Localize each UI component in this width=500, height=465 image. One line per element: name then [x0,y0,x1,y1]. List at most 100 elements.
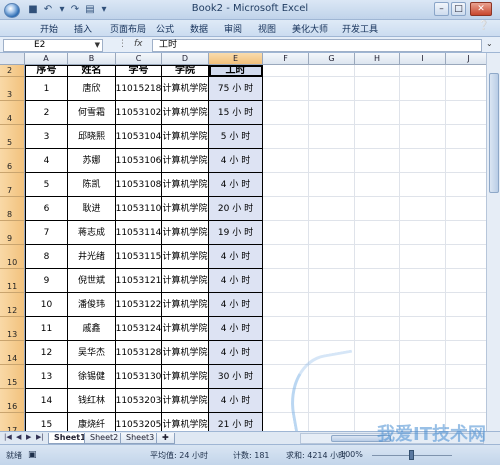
cell-name[interactable]: 潘俊玮 [68,293,116,317]
macro-record-icon[interactable]: ▣ [28,450,37,460]
cell-college[interactable]: 计算机学院 [162,293,209,317]
cell-hours[interactable]: 4 小 时 [209,341,263,365]
row-header[interactable]: 4 [0,101,25,125]
cell-student-id[interactable]: 11053106 [116,149,162,173]
grid-cell[interactable] [355,65,400,77]
cell-hours[interactable]: 20 小 时 [209,197,263,221]
grid-cell[interactable] [355,245,400,269]
cell-seq[interactable]: 9 [25,269,68,293]
row-header[interactable]: 5 [0,125,25,149]
grid-cell[interactable] [400,245,446,269]
cell-hours[interactable]: 19 小 时 [209,221,263,245]
cell-hours[interactable]: 21 小 时 [209,413,263,431]
cell-student-id[interactable]: 11053203 [116,389,162,413]
grid-cell[interactable] [355,365,400,389]
insert-sheet-icon[interactable]: ✚ [156,433,175,444]
help-icon[interactable]: ❔ [478,21,489,31]
cell-name[interactable]: 何雪霜 [68,101,116,125]
column-header[interactable]: F [263,53,309,65]
grid-cell[interactable] [400,173,446,197]
first-sheet-icon[interactable]: |◀ [4,433,12,441]
sheet-tab-2[interactable]: Sheet2 [84,433,125,444]
vertical-scrollbar[interactable] [486,53,500,431]
grid-cell[interactable] [309,65,355,77]
cell-name[interactable]: 陈凯 [68,173,116,197]
grid-cell[interactable] [309,317,355,341]
cell-student-id[interactable]: 11053102 [116,101,162,125]
cell-seq[interactable]: 7 [25,221,68,245]
grid-cell[interactable] [263,197,309,221]
cell-hours[interactable]: 4 小 时 [209,269,263,293]
cell-hours[interactable]: 4 小 时 [209,173,263,197]
row-header[interactable]: 12 [0,293,25,317]
cell-seq[interactable]: 1 [25,77,68,101]
grid-cell[interactable] [355,197,400,221]
cell-seq[interactable]: 13 [25,365,68,389]
name-box[interactable]: E2 ▼ [3,39,103,52]
cell-seq[interactable]: 11 [25,317,68,341]
grid-cell[interactable] [263,65,309,77]
maximize-button[interactable]: □ [451,2,466,16]
cell-college[interactable]: 计算机学院 [162,341,209,365]
grid-cell[interactable] [400,341,446,365]
zoom-level[interactable]: 100% [340,450,363,459]
cell-student-id[interactable]: 11053205 [116,413,162,431]
chevron-down-icon[interactable]: ▼ [95,40,100,51]
header-cell-student-id[interactable]: 学号 [116,65,162,77]
cell-college[interactable]: 计算机学院 [162,269,209,293]
cell-student-id[interactable]: 11053110 [116,197,162,221]
cell-college[interactable]: 计算机学院 [162,365,209,389]
grid-cell[interactable] [263,125,309,149]
grid-cell[interactable] [400,365,446,389]
select-all-corner[interactable] [0,53,25,65]
cell-hours[interactable]: 4 小 时 [209,245,263,269]
cell-name[interactable]: 苏娜 [68,149,116,173]
grid-cell[interactable] [400,77,446,101]
column-header[interactable]: B [68,53,116,65]
cell-seq[interactable]: 4 [25,149,68,173]
grid-cell[interactable] [355,221,400,245]
grid-cell[interactable] [309,293,355,317]
cell-college[interactable]: 计算机学院 [162,317,209,341]
cell-college[interactable]: 计算机学院 [162,389,209,413]
cell-student-id[interactable]: 11053121 [116,269,162,293]
cell-name[interactable]: 倪世斌 [68,269,116,293]
cell-name[interactable]: 蒋志成 [68,221,116,245]
grid-cell[interactable] [263,77,309,101]
header-cell-hours[interactable]: 工时 [209,65,263,77]
close-button[interactable]: ✕ [470,2,492,16]
cell-seq[interactable]: 12 [25,341,68,365]
tab-beautify-master[interactable]: 美化大师 [292,22,328,35]
tab-data[interactable]: 数据 [190,22,208,35]
next-sheet-icon[interactable]: ▶ [26,433,31,441]
cell-name[interactable]: 吴华杰 [68,341,116,365]
grid-cell[interactable] [263,341,309,365]
grid-cell[interactable] [263,293,309,317]
grid-cell[interactable] [263,221,309,245]
grid-cell[interactable] [355,101,400,125]
cell-student-id[interactable]: 11053122 [116,293,162,317]
cell-student-id[interactable]: 11053130 [116,365,162,389]
cell-seq[interactable]: 3 [25,125,68,149]
grid-cell[interactable] [263,317,309,341]
grid-cell[interactable] [263,245,309,269]
cell-name[interactable]: 井光绪 [68,245,116,269]
tab-developer[interactable]: 开发工具 [342,22,378,35]
grid-cell[interactable] [355,341,400,365]
grid-cell[interactable] [309,245,355,269]
row-header[interactable]: 14 [0,341,25,365]
cell-hours[interactable]: 30 小 时 [209,365,263,389]
grid-cell[interactable] [309,101,355,125]
cell-student-id[interactable]: 11053128 [116,341,162,365]
cell-student-id[interactable]: 11053108 [116,173,162,197]
grid-cell[interactable] [355,293,400,317]
cell-student-id[interactable]: 11053104 [116,125,162,149]
cell-hours[interactable]: 4 小 时 [209,293,263,317]
row-header[interactable]: 9 [0,221,25,245]
row-header[interactable]: 17 [0,413,25,431]
column-header[interactable]: D [162,53,209,65]
column-header[interactable]: A [25,53,68,65]
cell-seq[interactable]: 14 [25,389,68,413]
cell-college[interactable]: 计算机学院 [162,77,209,101]
header-cell-name[interactable]: 姓名 [68,65,116,77]
